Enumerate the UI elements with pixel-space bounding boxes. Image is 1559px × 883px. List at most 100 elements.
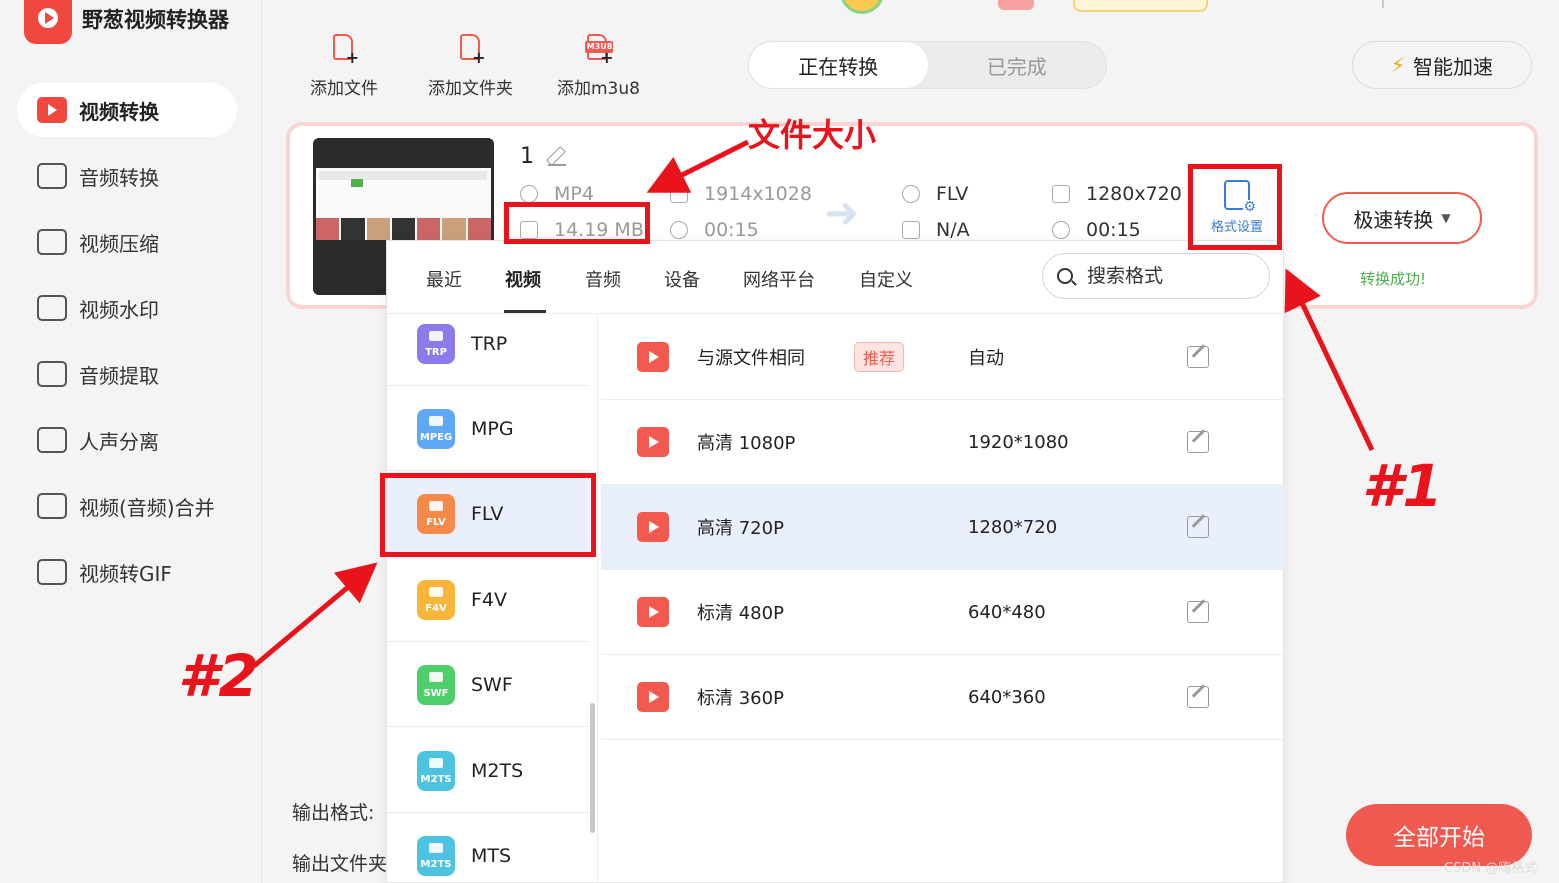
sidebar-item-audio-extract[interactable]: 音频提取 <box>17 347 237 401</box>
merge-icon <box>37 493 67 519</box>
convert-mode-dropdown[interactable]: 极速转换 ▼ <box>1322 192 1482 244</box>
format-settings-icon <box>1224 179 1256 214</box>
trp-format-icon: TRP <box>417 323 455 364</box>
tab-video[interactable]: 视频 <box>505 266 541 292</box>
format-item-f4v[interactable]: F4V F4V <box>387 558 590 642</box>
format-item-mts[interactable]: M2TS MTS <box>387 814 590 883</box>
app-logo-icon <box>24 0 72 44</box>
preset-resolution: 640*480 <box>968 601 1046 623</box>
sidebar-item-label: 音频转换 <box>79 165 159 190</box>
f4v-format-icon: F4V <box>417 579 455 620</box>
divider <box>1382 0 1384 8</box>
add-m3u8-icon: M3U8 + <box>583 32 614 66</box>
tab-audio[interactable]: 音频 <box>585 266 621 292</box>
smart-accel-button[interactable]: ⚡ 智能加速 <box>1352 41 1532 89</box>
format-item-m2ts[interactable]: M2TS M2TS <box>387 729 590 813</box>
edit-icon[interactable] <box>1187 346 1209 368</box>
add-file-button[interactable]: + 添加文件 <box>310 32 378 99</box>
preset-row-360p[interactable]: 标清 360P 640*360 <box>601 655 1284 740</box>
format-tabs: 最近 视频 音频 设备 网络平台 自定义 <box>387 241 1285 314</box>
format-item-label: SWF <box>471 673 513 696</box>
vocal-separate-icon <box>37 427 67 453</box>
watermark-text: CSDN @嗨格式 <box>1444 861 1538 876</box>
rename-pencil-icon[interactable] <box>548 148 566 166</box>
sidebar-item-video-convert[interactable]: 视频转换 <box>17 83 237 137</box>
sidebar-item-label: 视频水印 <box>79 297 159 322</box>
sidebar-item-label: 视频(音频)合并 <box>79 495 215 520</box>
sidebar-item-gif[interactable]: 视频转GIF <box>17 545 237 599</box>
sidebar-item-audio-convert[interactable]: 音频转换 <box>17 149 237 203</box>
preset-row-720p[interactable]: 高清 720P 1280*720 <box>601 485 1284 570</box>
preset-row-same-as-source[interactable]: 与源文件相同 推荐 自动 <box>601 315 1284 400</box>
app-logo: 野葱视频转换器 <box>24 0 229 44</box>
sidebar-item-label: 音频提取 <box>79 363 159 388</box>
add-m3u8-label: 添加m3u8 <box>557 79 640 99</box>
active-tab-underline <box>504 310 546 313</box>
add-m3u8-button[interactable]: M3U8 + 添加m3u8 <box>557 32 640 99</box>
source-duration: 00:15 <box>670 219 759 241</box>
sidebar-item-vocal-separate[interactable]: 人声分离 <box>17 413 237 467</box>
preset-row-480p[interactable]: 标清 480P 640*480 <box>601 570 1284 655</box>
edit-icon[interactable] <box>1187 516 1209 538</box>
tab-recent[interactable]: 最近 <box>426 266 462 292</box>
video-play-icon <box>637 682 669 712</box>
format-panel: 最近 视频 音频 设备 网络平台 自定义 TRPTRP MPEGMPG FLVF… <box>386 240 1285 883</box>
add-folder-button[interactable]: + 添加文件夹 <box>428 32 513 99</box>
tab-device[interactable]: 设备 <box>664 266 700 292</box>
format-item-label: FLV <box>471 502 504 525</box>
mts-format-icon: M2TS <box>417 835 455 876</box>
file-name-text: 1 <box>520 144 534 169</box>
sidebar-item-label: 视频转GIF <box>79 561 172 586</box>
tab-converting[interactable]: 正在转换 <box>749 42 928 88</box>
lightning-icon: ⚡ <box>1390 53 1406 77</box>
tab-custom[interactable]: 自定义 <box>859 266 913 292</box>
preset-row-1080p[interactable]: 高清 1080P 1920*1080 <box>601 400 1284 485</box>
tab-done[interactable]: 已完成 <box>928 42 1107 88</box>
preset-resolution: 1920*1080 <box>968 431 1069 453</box>
sidebar: 野葱视频转换器 视频转换 音频转换 视频压缩 视频水印 音频提取 人声分离 视频… <box>0 0 262 883</box>
sidebar-item-label: 视频压缩 <box>79 231 159 256</box>
source-resolution: 1914x1028 <box>670 183 812 205</box>
search-icon <box>1057 268 1073 284</box>
format-search-input[interactable] <box>1087 265 1247 287</box>
preset-name: 标清 480P <box>697 603 784 624</box>
caret-down-icon: ▼ <box>1441 211 1451 225</box>
preset-resolution: 1280*720 <box>968 516 1058 538</box>
resolution-icon <box>1052 185 1070 203</box>
sidebar-item-watermark[interactable]: 视频水印 <box>17 281 237 335</box>
preset-name: 高清 1080P <box>697 433 796 454</box>
recommended-badge: 推荐 <box>854 342 905 372</box>
output-folder-label: 输出文件夹 <box>292 853 388 875</box>
format-item-swf[interactable]: SWF SWF <box>387 643 590 727</box>
gift-icon <box>998 0 1034 10</box>
format-item-mpg[interactable]: MPEG MPG <box>387 387 590 471</box>
format-item-label: M2TS <box>471 759 524 782</box>
video-compress-icon <box>37 229 67 255</box>
format-item-label: MTS <box>471 844 512 867</box>
format-item-trp[interactable]: TRP TRP <box>387 315 590 386</box>
clock-icon <box>670 221 688 239</box>
audio-extract-icon <box>37 361 67 387</box>
sidebar-nav: 视频转换 音频转换 视频压缩 视频水印 音频提取 人声分离 视频(音频)合并 视… <box>17 83 237 611</box>
sidebar-item-merge[interactable]: 视频(音频)合并 <box>17 479 237 533</box>
promo-banner <box>1073 0 1208 12</box>
avatar-decoration <box>840 0 884 14</box>
format-item-flv[interactable]: FLV FLV <box>387 472 590 556</box>
file-icon <box>520 221 538 239</box>
preset-resolution: 自动 <box>968 348 1004 369</box>
resolution-icon <box>670 185 688 203</box>
sidebar-item-label: 人声分离 <box>79 429 159 454</box>
file-icon <box>902 221 920 239</box>
format-list-scrollbar[interactable] <box>590 703 595 833</box>
format-settings-button[interactable]: 格式设置 <box>1192 168 1282 246</box>
add-file-label: 添加文件 <box>310 79 378 99</box>
edit-icon[interactable] <box>1187 431 1209 453</box>
audio-convert-icon <box>37 163 67 189</box>
format-search <box>1042 253 1270 299</box>
format-item-label: MPG <box>471 417 514 440</box>
sidebar-item-video-compress[interactable]: 视频压缩 <box>17 215 237 269</box>
edit-icon[interactable] <box>1187 686 1209 708</box>
tab-web-platform[interactable]: 网络平台 <box>743 266 815 292</box>
add-folder-icon: + <box>456 32 486 66</box>
edit-icon[interactable] <box>1187 601 1209 623</box>
